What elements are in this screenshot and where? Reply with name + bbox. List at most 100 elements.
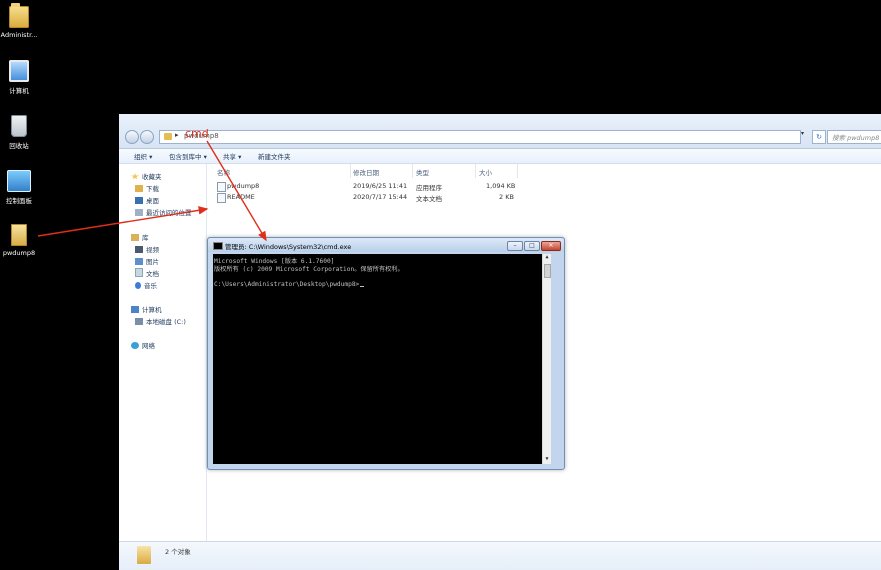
user-folder-icon (9, 3, 29, 28)
control-panel-icon (7, 170, 31, 192)
document-icon (135, 268, 143, 277)
desktop-icon-recycle-bin[interactable]: 回收站 (0, 115, 38, 150)
new-folder-button[interactable]: 新建文件夹 (258, 151, 291, 161)
video-icon (135, 246, 143, 253)
folder-icon (137, 546, 151, 564)
nav-label: 视频 (146, 246, 159, 254)
cmd-title-bar[interactable]: 管理员: C:\Windows\System32\cmd.exe – □ ✕ (208, 238, 564, 252)
forward-button[interactable] (140, 130, 154, 144)
nav-label: 桌面 (146, 197, 159, 205)
search-placeholder: 搜索 pwdump8 (832, 134, 880, 142)
column-separator (475, 164, 476, 178)
address-bar[interactable]: ▸ pwdump8 (159, 130, 801, 144)
close-button[interactable]: ✕ (541, 241, 561, 251)
file-name: pwdump8 (227, 182, 260, 190)
column-separator (517, 164, 518, 178)
nav-label: 最近访问的位置 (146, 209, 192, 217)
address-dropdown-icon[interactable]: ▾ (801, 130, 809, 142)
nav-music[interactable]: 音乐 (135, 280, 157, 290)
column-separator (412, 164, 413, 178)
console-prompt: C:\Users\Administrator\Desktop\pwdump8> (214, 281, 360, 288)
nav-label: 收藏夹 (142, 173, 162, 181)
explorer-title-area: ▸ pwdump8 ▾ ↻ 搜索 pwdump8 (119, 114, 881, 149)
folder-icon (164, 133, 172, 140)
maximize-button[interactable]: □ (524, 241, 540, 251)
minimize-button[interactable]: – (507, 241, 523, 251)
desktop-icon-pwdump8[interactable]: pwdump8 (0, 224, 38, 257)
column-header-modified[interactable]: 修改日期 (353, 167, 379, 177)
desktop-icon-label: 控制面板 (6, 197, 32, 205)
disk-icon (135, 318, 143, 325)
picture-icon (135, 258, 143, 265)
downloads-icon (135, 185, 143, 192)
application-icon (217, 182, 226, 192)
nav-videos[interactable]: 视频 (135, 244, 159, 254)
nav-label: 计算机 (142, 306, 162, 314)
file-modified: 2020/7/17 15:44 (353, 193, 408, 201)
include-in-library-menu[interactable]: 包含到库中 ▾ (169, 151, 207, 161)
search-input[interactable]: 搜索 pwdump8 (827, 130, 881, 144)
file-type: 应用程序 (416, 184, 442, 192)
computer-icon (131, 306, 139, 313)
refresh-button[interactable]: ↻ (812, 130, 826, 144)
file-type: 文本文档 (416, 195, 442, 203)
desktop-icon-control-panel[interactable]: 控制面板 (0, 170, 38, 205)
file-modified: 2019/6/25 11:41 (353, 182, 408, 190)
text-cursor (360, 286, 365, 287)
desktop-icon (135, 197, 143, 204)
desktop-icon-label: 计算机 (9, 87, 29, 95)
nav-favorites[interactable]: 收藏夹 (131, 171, 162, 181)
file-name: README (227, 193, 255, 201)
library-icon (131, 234, 139, 241)
nav-label: 音乐 (144, 282, 157, 290)
scroll-up-icon[interactable]: ▲ (543, 254, 551, 262)
nav-local-disk[interactable]: 本地磁盘 (C:) (135, 316, 186, 326)
cmd-title: 管理员: C:\Windows\System32\cmd.exe (225, 243, 352, 251)
file-row[interactable]: pwdump8 2019/6/25 11:41 应用程序 1,094 KB (207, 181, 607, 192)
computer-icon (9, 60, 29, 82)
nav-label: 下载 (146, 185, 159, 193)
back-button[interactable] (125, 130, 139, 144)
nav-label: 网络 (142, 342, 155, 350)
scroll-thumb[interactable] (544, 264, 551, 278)
recent-places-icon (135, 209, 143, 216)
nav-documents[interactable]: 文档 (135, 268, 159, 278)
nav-label: 图片 (146, 258, 159, 266)
column-header-type[interactable]: 类型 (416, 167, 429, 177)
nav-pictures[interactable]: 图片 (135, 256, 159, 266)
desktop-icon-computer[interactable]: 计算机 (0, 60, 38, 95)
nav-downloads[interactable]: 下载 (135, 183, 159, 193)
organize-menu[interactable]: 组织 ▾ (134, 151, 152, 161)
file-row[interactable]: README 2020/7/17 15:44 文本文档 2 KB (207, 192, 607, 203)
console-output[interactable]: Microsoft Windows [版本 6.1.7600] 版权所有 (c)… (213, 254, 551, 464)
desktop-icon-label: 回收站 (9, 142, 29, 150)
recycle-bin-icon (11, 115, 27, 137)
nav-label: 文档 (146, 270, 159, 278)
nav-recent[interactable]: 最近访问的位置 (135, 207, 192, 217)
nav-desktop[interactable]: 桌面 (135, 195, 159, 205)
navigation-pane: 收藏夹 下载 桌面 最近访问的位置 库 视频 图片 文档 音乐 计算机 本地磁盘… (119, 164, 207, 542)
cmd-window: 管理员: C:\Windows\System32\cmd.exe – □ ✕ M… (207, 237, 565, 470)
share-menu[interactable]: 共享 ▾ (223, 151, 241, 161)
breadcrumb-arrow-icon[interactable]: ▸ (175, 131, 179, 139)
console-scrollbar[interactable]: ▲ ▼ (542, 254, 551, 464)
column-header-name[interactable]: 名称 (217, 167, 230, 177)
cmd-icon (213, 242, 223, 250)
console-line: 版权所有 (c) 2009 Microsoft Corporation。保留所有… (214, 266, 404, 273)
explorer-toolbar: 组织 ▾ 包含到库中 ▾ 共享 ▾ 新建文件夹 (119, 149, 881, 164)
column-header-size[interactable]: 大小 (479, 167, 492, 177)
status-bar: 2 个对象 (119, 541, 881, 570)
nav-computer[interactable]: 计算机 (131, 304, 162, 314)
nav-network[interactable]: 网络 (131, 340, 155, 350)
network-icon (131, 342, 139, 349)
desktop-icon-administrator[interactable]: Administr... (0, 3, 38, 39)
scroll-down-icon[interactable]: ▼ (543, 456, 551, 464)
desktop-icon-label: Administr... (0, 31, 38, 39)
file-size: 2 KB (499, 193, 514, 201)
console-prompt-line: C:\Users\Administrator\Desktop\pwdump8> (214, 281, 365, 288)
folder-icon (11, 224, 27, 246)
desktop-icon-label: pwdump8 (2, 249, 36, 257)
annotation-label: cmd (185, 127, 209, 140)
nav-libraries[interactable]: 库 (131, 232, 149, 242)
nav-label: 库 (142, 234, 149, 242)
